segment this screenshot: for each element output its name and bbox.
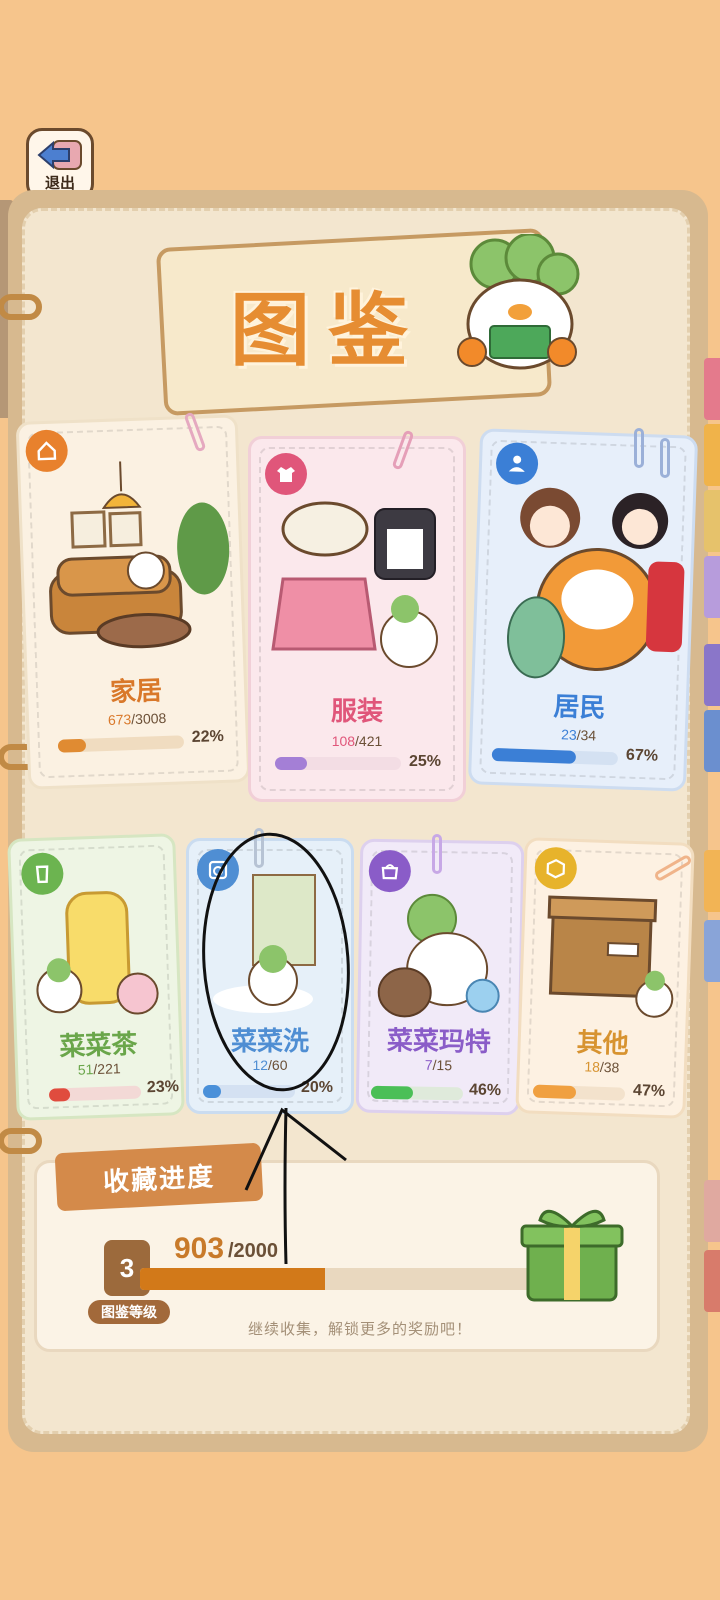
- category-percent: 23%: [146, 1078, 180, 1097]
- collection-total: /2000: [228, 1240, 279, 1262]
- category-percent: 22%: [191, 727, 225, 747]
- residents-illustration: [506, 487, 685, 679]
- clothing-illustration: [271, 501, 438, 668]
- category-progress-bar: [275, 757, 401, 770]
- category-count: 7/15: [424, 1056, 453, 1074]
- category-percent: 67%: [625, 746, 659, 765]
- category-card-other[interactable]: 其他 18/38 47%: [515, 837, 695, 1119]
- category-progress-bar: [203, 1085, 295, 1098]
- category-percent: 47%: [632, 1082, 666, 1101]
- page-tab[interactable]: [704, 850, 720, 912]
- paper-clip: [634, 428, 644, 468]
- binder-ring: [0, 1128, 42, 1154]
- laundry-illustration: [213, 874, 316, 1013]
- category-card-tea[interactable]: 菜菜茶 51/221 23%: [7, 833, 185, 1121]
- category-card-clothing[interactable]: 服装 108/421 25%: [248, 436, 466, 802]
- page-tab[interactable]: [704, 1250, 720, 1312]
- category-progress-fill: [48, 1087, 71, 1102]
- category-card-laundry[interactable]: 菜菜洗 12/60 20%: [186, 838, 354, 1114]
- page-tab[interactable]: [704, 358, 720, 420]
- category-progress-fill: [532, 1084, 577, 1100]
- collection-progress-label: 收藏进度: [54, 1142, 264, 1212]
- furniture-illustration: [49, 461, 230, 649]
- collection-current: 903: [174, 1232, 225, 1265]
- category-count: 108/421: [331, 733, 383, 749]
- page-tab[interactable]: [704, 556, 720, 618]
- category-title: 居民: [553, 691, 607, 723]
- page-tab[interactable]: [704, 490, 720, 552]
- category-card-furniture[interactable]: 家居 673/3008 22%: [15, 414, 251, 790]
- category-progress-fill: [370, 1085, 414, 1100]
- title-banner: 图鉴: [150, 227, 590, 417]
- page-tab[interactable]: [704, 920, 720, 982]
- collection-hint: 继续收集，解锁更多的奖励吧！: [247, 1321, 472, 1338]
- page-tab[interactable]: [704, 644, 720, 706]
- other-box-illustration: [547, 895, 674, 1018]
- category-percent: 46%: [468, 1081, 502, 1100]
- mascot-reading-illustration: [457, 234, 580, 370]
- category-title: 家居: [109, 675, 163, 707]
- category-title: 菜菜洗: [230, 1026, 309, 1056]
- mart-illustration: [377, 893, 500, 1018]
- category-card-mart[interactable]: 菜菜玛特 7/15 46%: [355, 838, 525, 1116]
- gift-reward-icon[interactable]: [516, 1196, 628, 1308]
- category-percent: 20%: [301, 1079, 334, 1096]
- tea-illustration: [36, 891, 159, 1015]
- category-progress-fill: [203, 1085, 222, 1098]
- page-tab[interactable]: [704, 424, 720, 486]
- category-count: 12/60: [252, 1057, 288, 1073]
- back-arrow-icon: [37, 140, 82, 170]
- collection-progress-fill: [140, 1268, 326, 1290]
- category-percent: 25%: [409, 753, 442, 770]
- category-progress-fill: [57, 738, 86, 753]
- paper-clip: [254, 828, 264, 868]
- page-title: 图鉴: [230, 284, 426, 377]
- page-tab[interactable]: [704, 1180, 720, 1242]
- page-tab[interactable]: [704, 710, 720, 772]
- category-title: 服装: [330, 696, 383, 726]
- category-title: 菜菜玛特: [386, 1025, 492, 1057]
- category-card-residents[interactable]: 居民 23/34 67%: [467, 428, 699, 792]
- collection-progress-bar: [140, 1268, 550, 1290]
- paper-clip: [660, 438, 670, 478]
- paper-clip: [432, 834, 442, 874]
- category-progress-fill: [275, 757, 307, 770]
- binder-ring: [0, 294, 42, 320]
- category-progress-bar: [370, 1085, 464, 1101]
